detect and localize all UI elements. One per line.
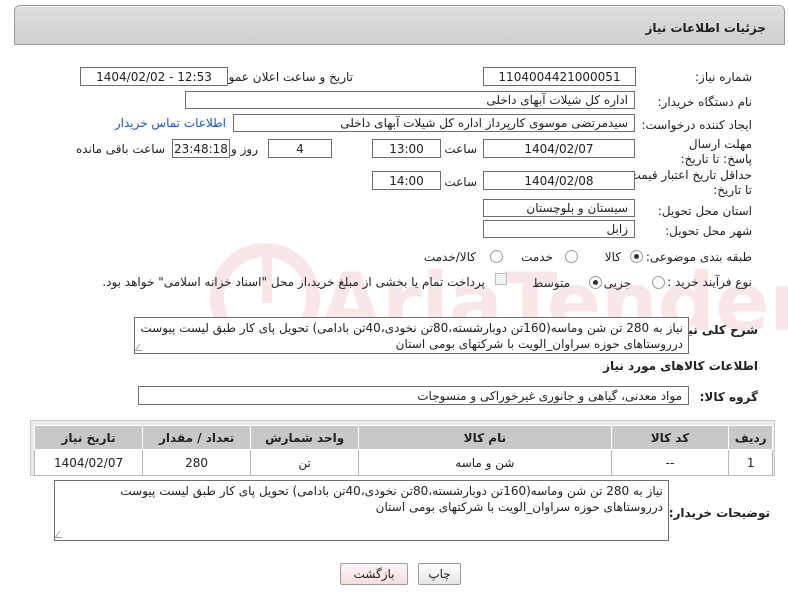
table-row: 1 -- شن و ماسه تن 280 1404/02/07 bbox=[33, 449, 773, 476]
announce-datetime-field: 1404/02/02 - 12:53 bbox=[80, 67, 228, 86]
col-header-item-code: کد کالا bbox=[610, 425, 730, 450]
resize-grip-icon bbox=[135, 344, 147, 351]
delivery-city-label: شهر محل تحویل: bbox=[665, 224, 752, 238]
buyer-org-field: اداره کل شیلات آبهای داخلی bbox=[185, 91, 635, 109]
category-radio-goods[interactable] bbox=[630, 250, 643, 263]
cell-item-name: شن و ماسه bbox=[358, 449, 612, 476]
col-header-quantity: تعداد / مقدار bbox=[142, 425, 252, 450]
need-number-label: شماره نیاز: bbox=[695, 70, 752, 84]
category-option-goods: کالا bbox=[604, 250, 621, 264]
general-description-textarea[interactable]: نیاز به 280 تن شن وماسه(160تن دوبارشسته،… bbox=[134, 317, 689, 354]
process-radio-minor[interactable] bbox=[652, 276, 665, 289]
cell-unit: تن bbox=[250, 449, 360, 476]
buyer-org-label: نام دستگاه خریدار: bbox=[657, 95, 753, 109]
reply-deadline-time-label: ساعت bbox=[444, 142, 477, 156]
requester-field: سیدمرتضی موسوی کارپرداز اداره کل شیلات آ… bbox=[233, 114, 635, 132]
price-validity-time-field: 14:00 bbox=[372, 171, 441, 190]
process-radio-medium[interactable] bbox=[589, 276, 602, 289]
announce-datetime-label: تاریخ و ساعت اعلان عمومی: bbox=[208, 70, 353, 84]
reply-deadline-days-field: 4 bbox=[268, 139, 332, 158]
price-validity-date-field: 1404/02/08 bbox=[483, 171, 635, 190]
items-table-frame: ردیف کد کالا نام کالا واحد شمارش تعداد /… bbox=[30, 420, 775, 476]
treasury-payment-checkbox[interactable] bbox=[495, 273, 507, 285]
purchase-process-label: نوع فرآیند خرید : bbox=[667, 275, 752, 289]
delivery-province-field: سیستان و بلوچستان bbox=[483, 199, 635, 217]
panel-title: جزئیات اطلاعات نیاز bbox=[645, 21, 766, 35]
category-radio-goods-service[interactable] bbox=[490, 250, 503, 263]
buyer-notes-textarea[interactable]: نیاز به 280 تن شن وماسه(160تن دوبارشسته،… bbox=[54, 480, 669, 541]
col-header-row-number: ردیف bbox=[728, 425, 773, 450]
items-table-header-row: ردیف کد کالا نام کالا واحد شمارش تعداد /… bbox=[33, 425, 773, 450]
reply-deadline-time-field: 13:00 bbox=[372, 139, 441, 158]
buyer-notes-text: نیاز به 280 تن شن وماسه(160تن دوبارشسته،… bbox=[120, 484, 663, 514]
cell-row-number: 1 bbox=[728, 449, 773, 476]
remaining-time-label: ساعت باقی مانده bbox=[75, 142, 165, 156]
general-description-text: نیاز به 280 تن شن وماسه(160تن دوبارشسته،… bbox=[140, 321, 683, 351]
process-option-medium: متوسط bbox=[532, 276, 570, 290]
price-validity-time-label: ساعت bbox=[444, 175, 477, 189]
goods-group-label: گروه کالا: bbox=[699, 390, 758, 404]
requester-label: ایجاد کننده درخواست: bbox=[641, 118, 752, 132]
resize-grip-icon bbox=[55, 531, 67, 538]
col-header-need-date: تاریخ نیاز bbox=[33, 425, 144, 450]
need-number-field: 1104004421000051 bbox=[483, 67, 636, 86]
buyer-notes-label: توضیحات خریدار: bbox=[668, 506, 770, 520]
cell-item-code: -- bbox=[610, 449, 730, 476]
category-label: طبقه بندی موضوعی: bbox=[645, 250, 752, 264]
col-header-unit: واحد شمارش bbox=[250, 425, 360, 450]
price-validity-label: حداقل تاریخ اعتبار قیمت: تا تاریخ: bbox=[625, 168, 752, 197]
cell-quantity: 280 bbox=[142, 449, 252, 476]
back-button[interactable]: بازگشت bbox=[340, 563, 408, 585]
reply-deadline-date-field: 1404/02/07 bbox=[483, 139, 635, 158]
details-panel-header: جزئیات اطلاعات نیاز bbox=[14, 5, 785, 45]
treasury-payment-note: پرداخت تمام یا بخشی از مبلغ خرید،از محل … bbox=[102, 275, 485, 289]
items-table: ردیف کد کالا نام کالا واحد شمارش تعداد /… bbox=[33, 425, 773, 476]
col-header-item-name: نام کالا bbox=[358, 425, 612, 450]
delivery-city-field: زابل bbox=[483, 220, 635, 238]
reply-deadline-label: مهلت ارسال پاسخ: تا تاریخ: bbox=[680, 137, 752, 166]
cell-need-date: 1404/02/07 bbox=[33, 449, 144, 476]
delivery-province-label: استان محل تحویل: bbox=[657, 204, 752, 218]
remaining-time-field: 23:48:18 bbox=[172, 139, 230, 158]
category-option-service: خدمت bbox=[521, 250, 553, 264]
days-label: روز و bbox=[231, 142, 258, 156]
buyer-contact-link[interactable]: اطلاعات تماس خریدار bbox=[115, 116, 226, 130]
goods-group-field: مواد معدنی، گیاهی و جانوری غیرخوراکی و م… bbox=[138, 386, 689, 405]
category-radio-service[interactable] bbox=[565, 250, 578, 263]
print-button[interactable]: چاپ bbox=[418, 563, 461, 585]
goods-section-title: اطلاعات کالاهای مورد نیاز bbox=[603, 359, 758, 373]
process-option-minor: جزیی bbox=[603, 276, 631, 290]
category-option-goods-service: کالا/خدمت bbox=[423, 250, 476, 264]
